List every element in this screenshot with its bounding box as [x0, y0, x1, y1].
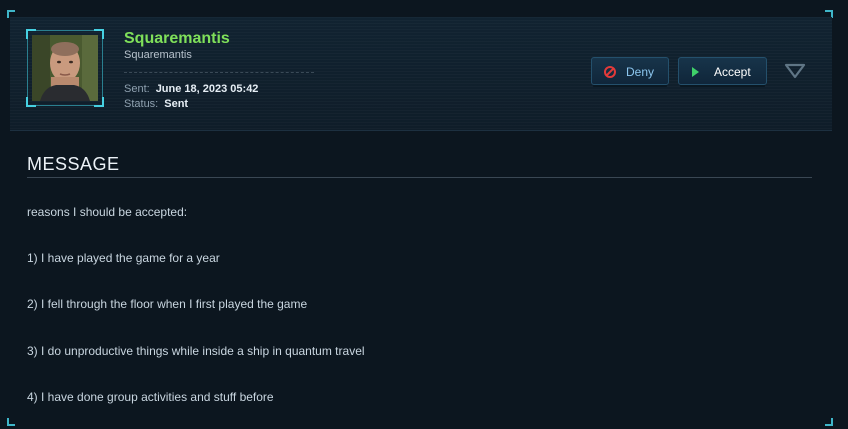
avatar	[32, 35, 98, 101]
deny-button-label: Deny	[626, 65, 655, 79]
play-icon	[692, 67, 699, 77]
avatar-frame[interactable]	[26, 29, 104, 107]
accept-button-label: Accept	[714, 65, 751, 79]
chevron-down-icon[interactable]	[784, 63, 806, 79]
message-line: 4) I have done group activities and stuf…	[27, 390, 274, 404]
accept-button[interactable]: Accept	[678, 57, 767, 85]
message-line: 1) I have played the game for a year	[27, 251, 220, 265]
applicant-name[interactable]: Squaremantis	[124, 30, 230, 48]
message-line: 2) I fell through the floor when I first…	[27, 297, 308, 311]
user-portrait-icon	[32, 35, 98, 101]
status-value: Sent	[164, 98, 189, 110]
status-row: Status: Sent	[124, 98, 188, 110]
message-line: 3) I do unproductive things while inside…	[27, 344, 365, 358]
deny-button[interactable]: Deny	[591, 57, 669, 85]
applicant-handle: Squaremantis	[124, 49, 192, 61]
sent-label: Sent:	[124, 83, 150, 95]
deny-icon	[604, 66, 616, 78]
frame-corner-bottom-right	[825, 418, 833, 426]
sent-row: Sent: June 18, 2023 05:42	[124, 83, 258, 95]
status-label: Status:	[124, 98, 159, 110]
header-divider	[124, 72, 314, 73]
applicant-header: Squaremantis Squaremantis Sent: June 18, …	[10, 17, 832, 131]
application-panel: Squaremantis Squaremantis Sent: June 18, …	[0, 0, 848, 429]
message-title-divider	[27, 177, 812, 178]
message-line: reasons I should be accepted:	[27, 205, 188, 219]
message-title: MESSAGE	[27, 154, 120, 174]
frame-corner-bottom-left	[7, 418, 15, 426]
sent-value: June 18, 2023 05:42	[155, 83, 259, 95]
